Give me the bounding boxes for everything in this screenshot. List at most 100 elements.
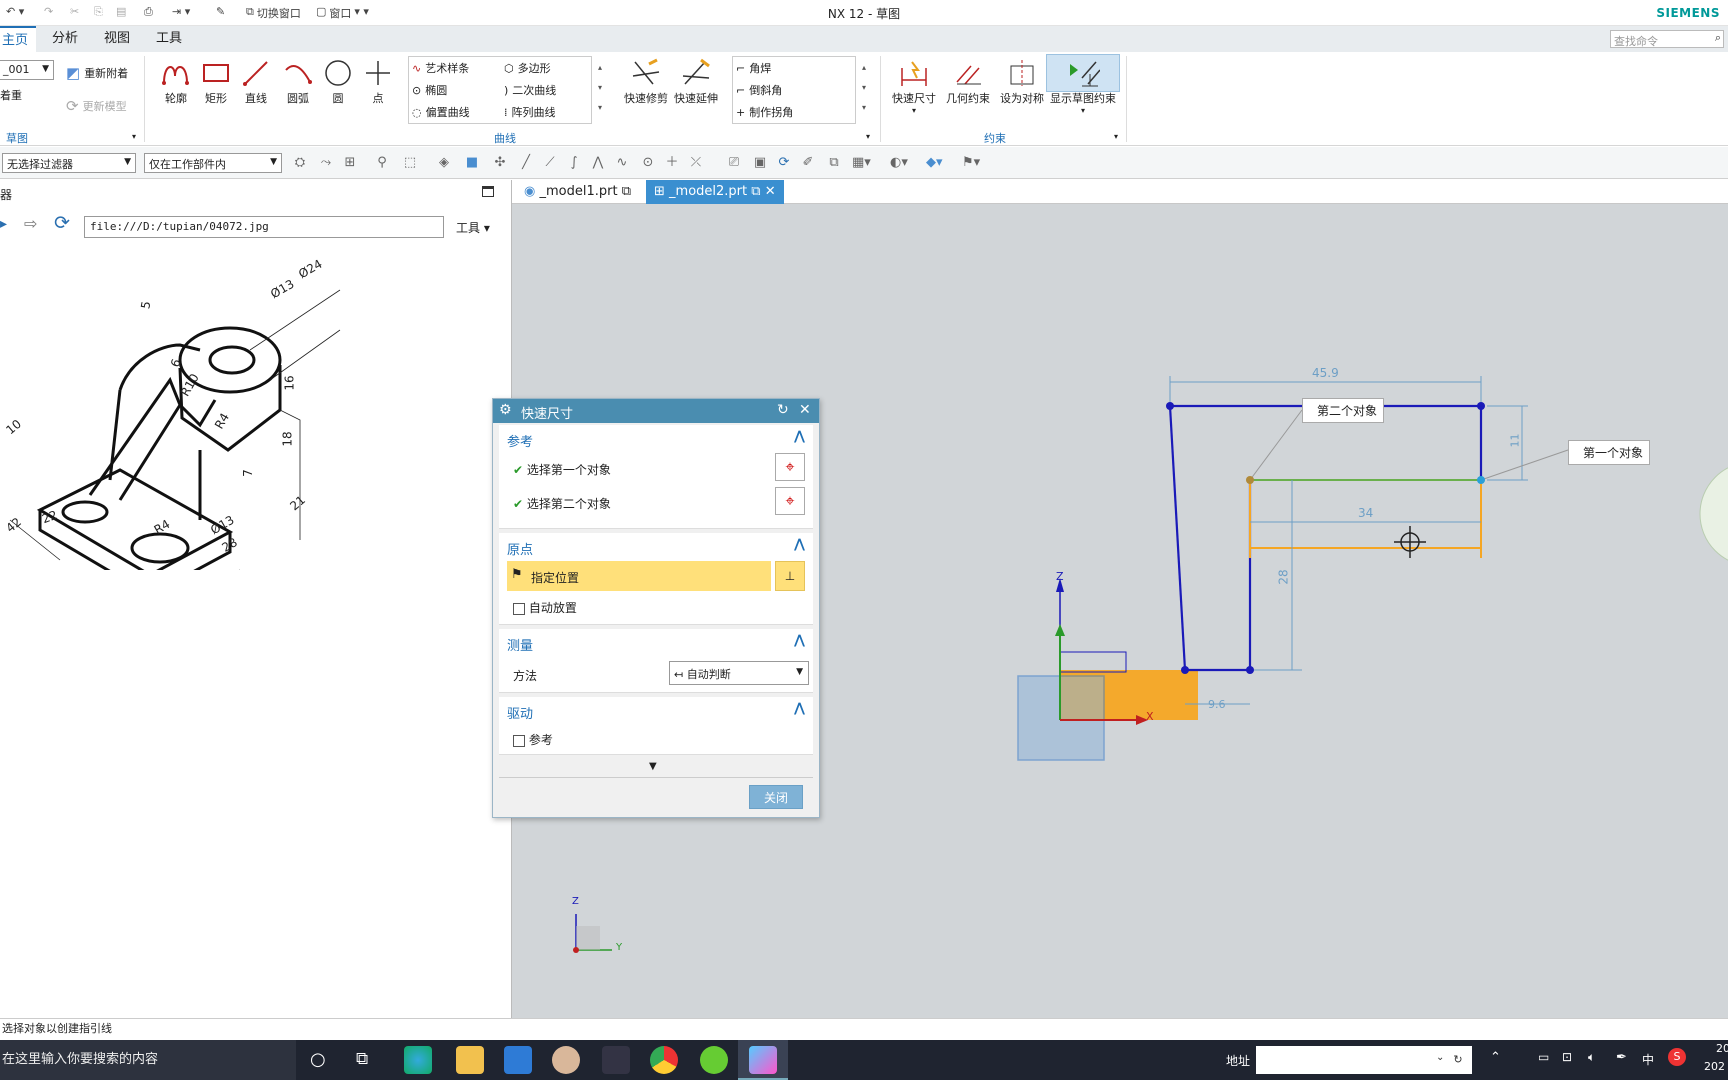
studio-spline-item[interactable]: ∿ 艺术样条 bbox=[412, 58, 469, 78]
layer-icon[interactable]: ⧉ bbox=[826, 155, 842, 171]
constraint-expand-icon[interactable]: ▾ bbox=[1114, 132, 1118, 141]
pattern-curve-item[interactable]: ⁞ 阵列曲线 bbox=[504, 102, 556, 122]
edge-icon[interactable] bbox=[404, 1046, 432, 1074]
bot-app-icon[interactable] bbox=[602, 1046, 630, 1074]
spline-snap-icon[interactable]: ⋀ bbox=[590, 155, 606, 171]
avatar-app-icon[interactable] bbox=[552, 1046, 580, 1074]
url-input[interactable]: file:///D:/tupian/04072.jpg bbox=[84, 216, 444, 238]
second-object-row[interactable]: ✔ 选择第二个对象 bbox=[513, 495, 611, 512]
dialog-header[interactable]: ⚙ 快速尺寸 ↻ ✕ bbox=[493, 399, 819, 423]
display-icon[interactable]: ⚑▾ bbox=[962, 155, 980, 171]
line-tool[interactable]: 直线 bbox=[235, 56, 277, 106]
make-symmetric-tool[interactable]: 设为对称 bbox=[996, 56, 1048, 106]
conic-item[interactable]: ) 二次曲线 bbox=[504, 80, 556, 100]
close-tab-icon[interactable]: ✕ bbox=[765, 184, 776, 199]
tab-tools[interactable]: 工具 bbox=[148, 26, 190, 52]
box-select-icon[interactable]: ⬚ bbox=[402, 155, 418, 171]
wave-snap-icon[interactable]: ∿ bbox=[614, 155, 630, 171]
update-model-button[interactable]: ⟳ 更新模型 bbox=[66, 96, 127, 116]
camera-icon[interactable]: ⎚ bbox=[726, 155, 742, 171]
brush-icon[interactable]: ✐ bbox=[800, 155, 816, 171]
battery-icon[interactable]: ▭ bbox=[1538, 1050, 1549, 1064]
back-icon[interactable]: ▸ bbox=[0, 216, 7, 232]
dim-height-left[interactable]: 28 bbox=[1277, 569, 1291, 584]
close-button[interactable]: 关闭 bbox=[749, 785, 803, 809]
sketch-name-combo[interactable]: _001 ▼ bbox=[0, 60, 54, 80]
dim-width-top[interactable]: 45.9 bbox=[1312, 366, 1339, 380]
specify-location-row[interactable]: ⚑ 指定位置 bbox=[507, 561, 771, 591]
dim-width-mid[interactable]: 34 bbox=[1358, 506, 1373, 520]
auto-place-checkbox[interactable] bbox=[513, 602, 525, 615]
reattach-button[interactable]: ◩ 重新附着 bbox=[66, 63, 128, 83]
driving-section-title[interactable]: 驱动 bbox=[507, 703, 533, 722]
refresh-icon[interactable]: ↻ bbox=[1444, 1046, 1472, 1074]
file-explorer-icon[interactable] bbox=[456, 1046, 484, 1074]
show-constraints-tool[interactable]: 显示草图约束 ▾ bbox=[1046, 56, 1120, 115]
reference-section-title[interactable]: 参考 bbox=[507, 431, 533, 450]
point-tool[interactable]: 点 bbox=[357, 56, 399, 106]
address-input[interactable]: ⌄ bbox=[1256, 1046, 1444, 1074]
type-filter-combo[interactable]: 无选择过滤器 ▼ bbox=[2, 153, 136, 173]
tray-expand-icon[interactable]: ⌃ bbox=[1490, 1050, 1501, 1065]
render-style-icon[interactable]: ◐▾ bbox=[890, 155, 908, 171]
reload-icon[interactable]: ⟳ bbox=[54, 212, 70, 234]
offset-curve-item[interactable]: ◌ 偏置曲线 bbox=[412, 102, 470, 122]
rapid-dimension-tool[interactable]: 快速尺寸 ▾ bbox=[888, 56, 940, 115]
volume-icon[interactable]: 🔈︎ bbox=[1588, 1050, 1595, 1065]
tab-model1[interactable]: ◉ _model1.prt ⧉ bbox=[516, 180, 639, 204]
chamfer-item[interactable]: ⌐ 倒斜角 bbox=[736, 80, 782, 100]
refresh-view-icon[interactable]: ⟳ bbox=[776, 155, 792, 171]
quick-trim-tool[interactable]: 快速修剪 bbox=[622, 56, 670, 106]
auto-place-row[interactable]: 自动放置 bbox=[513, 599, 577, 616]
command-search-input[interactable]: 查找命令 ⌕ bbox=[1610, 30, 1724, 48]
arc-tool[interactable]: 圆弧 bbox=[277, 56, 319, 106]
reference-checkbox[interactable] bbox=[513, 734, 525, 747]
tab-analysis[interactable]: 分析 bbox=[44, 26, 86, 52]
scope-filter-combo[interactable]: 仅在工作部件内 ▼ bbox=[144, 153, 282, 173]
make-corner-item[interactable]: + 制作拐角 bbox=[736, 102, 793, 122]
feature-icon[interactable]: ✣ bbox=[492, 155, 508, 171]
network-icon[interactable]: ⊡ bbox=[1562, 1050, 1572, 1064]
view-orient-icon[interactable]: ◆▾ bbox=[926, 155, 943, 171]
tab-model2[interactable]: ⊞ _model2.prt ⧉ ✕ bbox=[646, 180, 784, 204]
dim-height-right[interactable]: 11 bbox=[1509, 434, 1522, 448]
cortana-icon[interactable]: ○ bbox=[310, 1049, 326, 1070]
snap-icon[interactable]: ⤳ bbox=[318, 155, 334, 171]
polygon-item[interactable]: ⬡ 多边形 bbox=[504, 58, 551, 78]
task-view-icon[interactable]: ⧉ bbox=[356, 1049, 368, 1069]
maximize-icon[interactable] bbox=[482, 186, 494, 197]
image-icon[interactable]: ▣ bbox=[752, 155, 768, 171]
mail-icon[interactable] bbox=[504, 1046, 532, 1074]
method-select[interactable]: ↤ 自动判断 ▼ bbox=[669, 661, 809, 685]
attach-label[interactable]: 着重 bbox=[0, 87, 22, 103]
close-icon[interactable]: ✕ bbox=[799, 402, 811, 418]
solid-icon[interactable]: ◈ bbox=[436, 155, 452, 171]
grid-icon[interactable]: ▦▾ bbox=[852, 155, 871, 171]
cross-snap-icon[interactable]: ＋ bbox=[664, 155, 680, 171]
quick-extend-tool[interactable]: 快速延伸 bbox=[672, 56, 720, 106]
music-app-icon[interactable] bbox=[700, 1046, 728, 1074]
pen-icon[interactable]: ✒ bbox=[1616, 1050, 1627, 1065]
profile-tool[interactable]: 轮廓 bbox=[155, 56, 197, 106]
collapse-icon[interactable]: ⋀ bbox=[794, 429, 805, 444]
endpoint-icon[interactable]: ╱ bbox=[518, 155, 534, 171]
group-expand-icon[interactable]: ▾ bbox=[132, 132, 136, 141]
gallery-scroll-icon[interactable]: ▴ ▾ ▾ bbox=[598, 58, 602, 118]
collapse-icon[interactable]: ⋀ bbox=[794, 633, 805, 648]
circle-tool[interactable]: 圆 bbox=[317, 56, 359, 106]
collapse-icon[interactable]: ⋀ bbox=[794, 701, 805, 716]
intersect-snap-icon[interactable]: ⤫ bbox=[688, 155, 704, 171]
corner-scroll-icon[interactable]: ▴ ▾ ▾ bbox=[862, 58, 866, 118]
tab-home[interactable]: 主页 bbox=[0, 26, 37, 52]
geometric-constraints-tool[interactable]: 几何约束 bbox=[942, 56, 994, 106]
body-icon[interactable]: ■ bbox=[464, 155, 480, 171]
measurement-section-title[interactable]: 测量 bbox=[507, 635, 533, 654]
curve-expand-icon[interactable]: ▾ bbox=[866, 132, 870, 141]
rectangle-tool[interactable]: 矩形 bbox=[195, 56, 237, 106]
ellipse-item[interactable]: ⊙ 椭圆 bbox=[412, 80, 447, 100]
first-object-picker[interactable]: ⌖ bbox=[775, 453, 805, 481]
center-snap-icon[interactable]: ⊙ bbox=[640, 155, 656, 171]
reset-icon[interactable]: ↻ bbox=[777, 402, 789, 418]
tab-view[interactable]: 视图 bbox=[96, 26, 138, 52]
origin-section-title[interactable]: 原点 bbox=[507, 539, 533, 558]
